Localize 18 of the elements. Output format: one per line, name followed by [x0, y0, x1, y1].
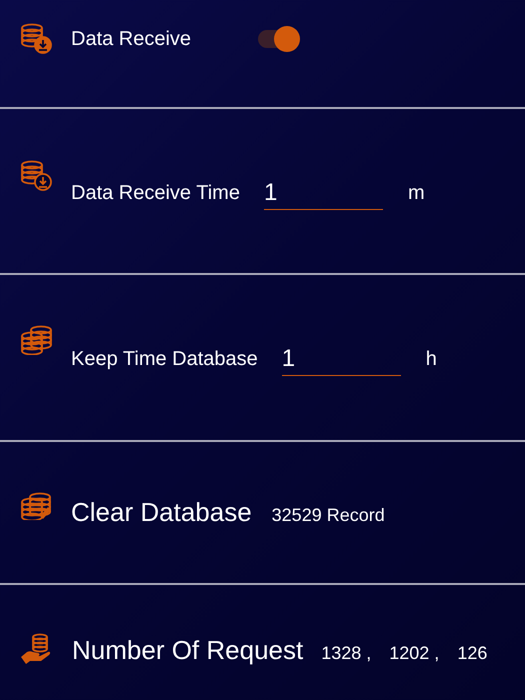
- database-download-icon: [20, 22, 52, 54]
- database-download-icon: [20, 159, 52, 191]
- setting-label: Data Receive: [71, 27, 192, 52]
- database-stack-icon: [20, 325, 52, 355]
- toggle-switch[interactable]: [258, 26, 300, 52]
- input-field[interactable]: 1: [264, 176, 383, 210]
- request-count: 1202 ,: [389, 642, 440, 665]
- request-count: 1328 ,: [321, 642, 372, 665]
- record-count: 32529 Record: [272, 504, 385, 527]
- input-field[interactable]: 1: [282, 342, 401, 376]
- setting-label: Keep Time Database: [71, 347, 258, 372]
- setting-label: Data Receive Time: [71, 181, 240, 206]
- database-eraser-icon: [20, 492, 52, 520]
- unit-label: h: [426, 347, 437, 372]
- setting-label[interactable]: Clear Database: [71, 491, 252, 533]
- unit-label: m: [408, 181, 425, 206]
- request-count: 126: [457, 642, 488, 665]
- setting-label: Number Of Request: [72, 634, 304, 667]
